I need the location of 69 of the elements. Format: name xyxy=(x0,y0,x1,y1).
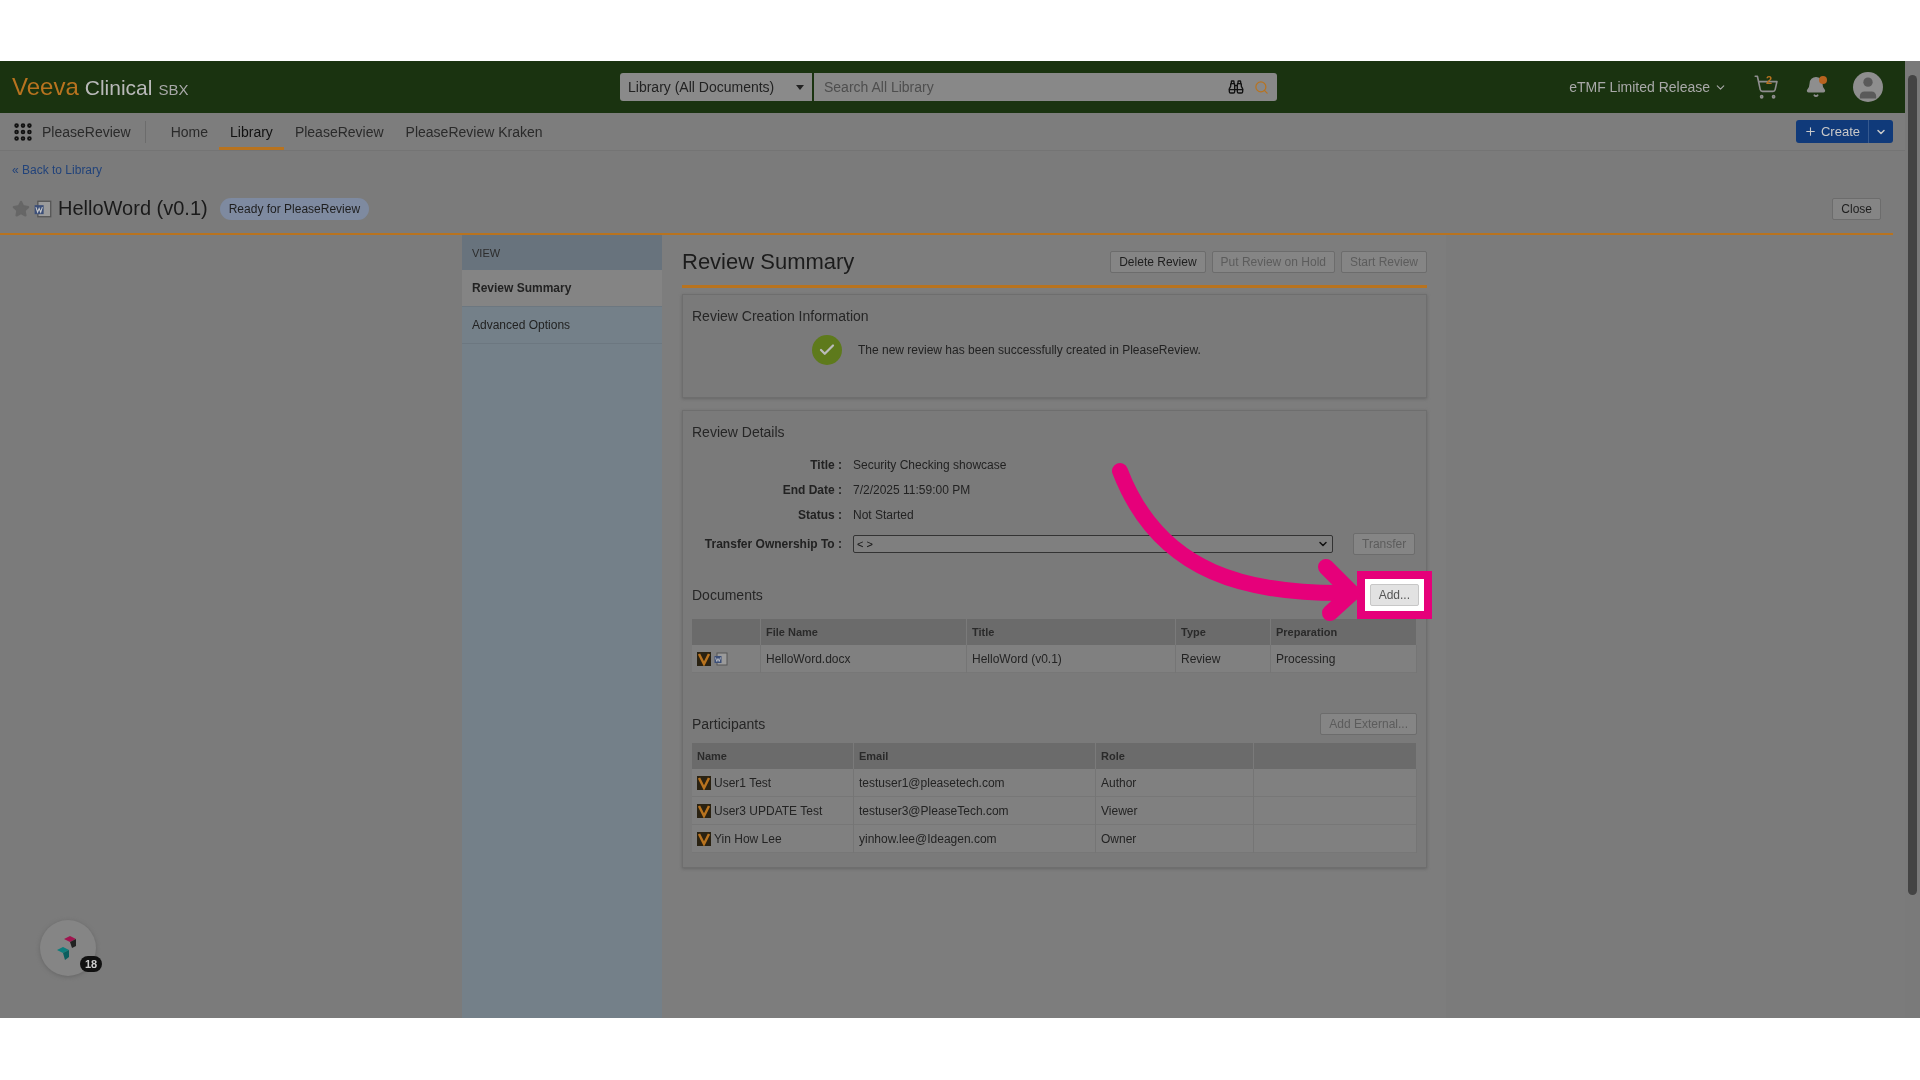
success-message: The new review has been successfully created in PleaseReview. xyxy=(858,343,1201,357)
add-document-button[interactable]: Add... xyxy=(1369,584,1419,606)
field-value: 7/2/2025 11:59:00 PM xyxy=(853,483,972,497)
review-action-button[interactable]: Delete Review xyxy=(1110,251,1206,273)
search-box[interactable]: Search All Library xyxy=(814,73,1277,101)
table-cell: testuser1@pleasetech.com xyxy=(854,769,1096,797)
notifications-button[interactable] xyxy=(1805,76,1827,98)
nav-tab[interactable]: Library xyxy=(219,113,284,150)
field-label: Status : xyxy=(797,508,842,522)
search-field[interactable]: Search All Library xyxy=(822,78,1218,96)
app-name[interactable]: PleaseReview xyxy=(34,120,146,143)
sidebar-item[interactable]: Review Summary xyxy=(462,270,662,307)
veeva-icon xyxy=(697,651,711,666)
vault-menu[interactable]: eTMF Limited Release xyxy=(1569,79,1727,95)
table-header: Name xyxy=(692,743,854,769)
table-cell: HelloWord.docx xyxy=(761,645,967,673)
table-cell: HelloWord (v0.1) xyxy=(967,645,1176,673)
table-cell: Processing xyxy=(1271,645,1417,673)
binoculars-icon[interactable] xyxy=(1228,79,1244,95)
table-cell: Review xyxy=(1176,645,1271,673)
document-title: HelloWord (v0.1) xyxy=(58,197,208,220)
table-cell: Viewer xyxy=(1096,797,1254,825)
nav-tab[interactable]: PleaseReview Kraken xyxy=(394,113,554,150)
caret-icon xyxy=(796,84,804,90)
table-header: Email xyxy=(854,743,1096,769)
brand-logo[interactable]: Veeva xyxy=(12,73,79,101)
section-title: Review Summary xyxy=(682,249,855,275)
panel-heading: Review Details xyxy=(692,424,785,440)
table-header: File Name xyxy=(761,619,967,645)
sidebar-heading: VIEW xyxy=(462,235,662,270)
table-header: Role xyxy=(1096,743,1254,769)
table-cell: testuser3@PleaseTech.com xyxy=(854,797,1096,825)
nav-tab[interactable]: Home xyxy=(159,113,220,150)
table-cell: User3 UPDATE Test xyxy=(714,803,823,818)
veeva-icon xyxy=(697,803,711,818)
table-cell: Yin How Lee xyxy=(714,831,782,846)
section-heading: Documents xyxy=(692,587,763,603)
product-name: Clinical xyxy=(84,76,153,100)
word-document-icon xyxy=(34,199,52,218)
environment-label: SBX xyxy=(158,81,189,98)
scrollbar-thumb[interactable] xyxy=(1908,75,1917,895)
helper-count: 18 xyxy=(80,956,103,972)
word-document-icon xyxy=(714,651,728,666)
table-cell: User1 Test xyxy=(714,775,772,790)
table-header: Title xyxy=(967,619,1176,645)
scope-dropdown[interactable]: Library (All Documents) xyxy=(620,73,812,101)
close-button[interactable]: Close xyxy=(1832,197,1881,220)
field-value: Security Checking showcase xyxy=(853,458,1008,472)
back-link[interactable]: « Back to Library xyxy=(0,151,1905,177)
veeva-icon xyxy=(697,775,711,790)
field-label: Title : xyxy=(809,458,842,472)
veeva-icon xyxy=(697,831,711,846)
table-header: Type xyxy=(1176,619,1271,645)
panel-heading: Review Creation Information xyxy=(692,308,869,324)
table-cell: Author xyxy=(1096,769,1254,797)
table-header: Preparation xyxy=(1271,619,1417,645)
table-cell: yinhow.lee@Ideagen.com xyxy=(854,825,1096,853)
owner-select[interactable]: < > xyxy=(853,535,1333,553)
nav-tab[interactable]: PleaseReview xyxy=(283,113,395,150)
section-heading: Participants xyxy=(692,716,766,732)
field-label: Transfer Ownership To : xyxy=(703,537,842,551)
field-value: Not Started xyxy=(853,508,915,522)
field-label: End Date : xyxy=(781,483,842,497)
status-badge: Ready for PleaseReview xyxy=(219,197,370,220)
plus-icon xyxy=(1803,125,1817,138)
success-check-icon xyxy=(812,335,842,365)
user-avatar[interactable] xyxy=(1853,72,1883,102)
table-cell: Owner xyxy=(1096,825,1254,853)
app-grid-icon[interactable] xyxy=(12,120,34,143)
